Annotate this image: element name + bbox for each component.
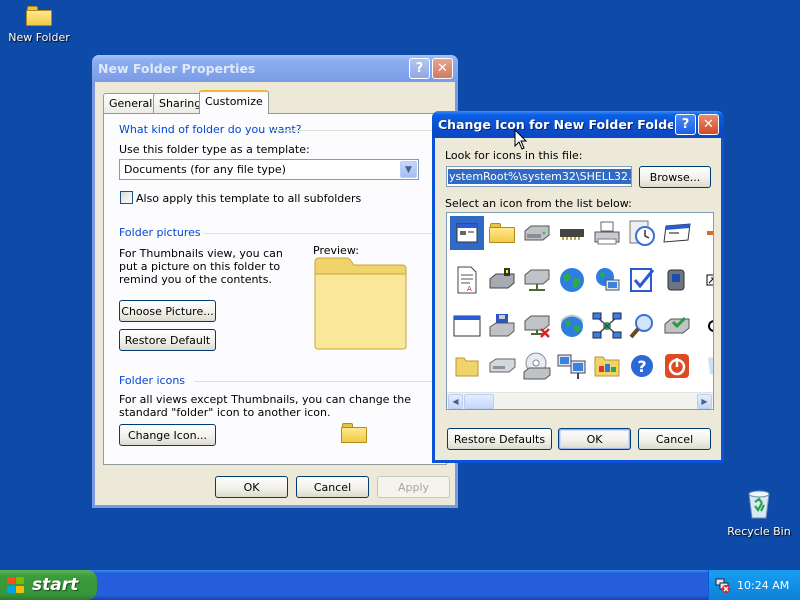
- start-button[interactable]: start: [0, 570, 97, 600]
- help-button[interactable]: ?: [675, 114, 696, 135]
- icon-file-path-input[interactable]: ystemRoot%\system32\SHELL32.dll: [446, 166, 632, 187]
- checklist-icon[interactable]: [625, 263, 659, 297]
- help-button[interactable]: ?: [409, 58, 430, 79]
- recycle-bin-icon: [748, 490, 770, 519]
- folder-closed-icon[interactable]: [450, 349, 484, 383]
- shutdown-icon[interactable]: [660, 349, 694, 383]
- current-folder-icon: [341, 423, 367, 446]
- folder-icon: [26, 6, 52, 26]
- change-icon-button[interactable]: Change Icon...: [119, 424, 216, 446]
- restore-default-button[interactable]: Restore Default: [119, 329, 216, 351]
- phone-icon[interactable]: [660, 263, 694, 297]
- network-computers-icon[interactable]: [555, 349, 589, 383]
- folder-pictures-group-title: Folder pictures: [119, 226, 201, 239]
- network-icon[interactable]: [590, 309, 624, 343]
- shared-drive-icon[interactable]: [520, 263, 554, 297]
- window-icon[interactable]: [449, 215, 485, 251]
- connector-icon[interactable]: [695, 216, 713, 250]
- desktop-icon-recycle-bin[interactable]: Recycle Bin: [720, 488, 798, 538]
- svg-text:?: ?: [637, 357, 646, 376]
- change-icon-titlebar[interactable]: Change Icon for New Folder Folder ? ✕: [432, 111, 724, 138]
- folder-icons-description: For all views except Thumbnails, you can…: [119, 393, 411, 419]
- help-icon[interactable]: ?: [625, 349, 659, 383]
- change-icon-dialog: Change Icon for New Folder Folder ? ✕ Lo…: [432, 111, 724, 463]
- apply-subfolders-checkbox[interactable]: [120, 191, 133, 204]
- tab-general[interactable]: General: [103, 93, 159, 113]
- windows-logo-icon: [6, 576, 26, 594]
- floppy-drive-icon[interactable]: [485, 309, 519, 343]
- choose-picture-button[interactable]: Choose Picture...: [119, 300, 216, 322]
- web-globe-icon[interactable]: [555, 309, 589, 343]
- system-tray: 10:24 AM: [708, 570, 800, 600]
- folder-icons-group-title: Folder icons: [119, 374, 186, 387]
- network-globe-icon[interactable]: [590, 263, 624, 297]
- folder-icon[interactable]: [485, 216, 519, 250]
- program-window-icon[interactable]: [660, 216, 694, 250]
- browse-button[interactable]: Browse...: [639, 166, 711, 188]
- group-separator: [194, 381, 440, 382]
- clock[interactable]: 10:24 AM: [737, 579, 789, 592]
- desktop-icon-label: New Folder: [8, 31, 70, 44]
- start-label: start: [32, 575, 79, 595]
- folder-preview-icon: [314, 257, 407, 350]
- properties-titlebar[interactable]: New Folder Properties ? ✕: [92, 55, 458, 82]
- icon-list-scrollbar[interactable]: ◀ ▶: [447, 392, 713, 409]
- pictures-description: For Thumbnails view, you can put a pictu…: [119, 247, 283, 286]
- disconnected-drive-icon[interactable]: [520, 309, 554, 343]
- desktop-icon-label: Recycle Bin: [727, 525, 791, 538]
- scroll-left-icon[interactable]: ◀: [448, 394, 463, 409]
- scroll-right-icon[interactable]: ▶: [697, 394, 712, 409]
- clock-partial-icon[interactable]: [695, 309, 713, 343]
- customize-tab-panel: What kind of folder do you want? Use thi…: [103, 113, 447, 465]
- restore-defaults-button[interactable]: Restore Defaults: [447, 428, 552, 450]
- ok-button[interactable]: OK: [558, 428, 631, 450]
- icon-list[interactable]: A ? ◀ ▶: [446, 212, 714, 410]
- taskbar: start 10:24 AM: [0, 570, 800, 600]
- network-drive-icon[interactable]: [485, 263, 519, 297]
- magnifier-icon[interactable]: [625, 309, 659, 343]
- removable-drive-icon[interactable]: [485, 349, 519, 383]
- control-panel-icon[interactable]: [590, 349, 624, 383]
- globe-icon[interactable]: [555, 263, 589, 297]
- scroll-thumb[interactable]: [464, 394, 494, 409]
- mouse-cursor-icon: [514, 129, 528, 150]
- desktop-icon-new-folder[interactable]: New Folder: [0, 6, 78, 44]
- folder-properties-window: New Folder Properties ? ✕ General Sharin…: [92, 55, 458, 508]
- group-separator: [272, 130, 440, 131]
- document-icon[interactable]: A: [450, 263, 484, 297]
- clock-icon[interactable]: [625, 216, 659, 250]
- dialog-title: Change Icon for New Folder Folder: [438, 117, 673, 132]
- window-title: New Folder Properties: [98, 61, 256, 76]
- cd-drive-icon[interactable]: [520, 349, 554, 383]
- svg-text:A: A: [467, 285, 472, 293]
- apply-subfolders-label: Also apply this template to all subfolde…: [136, 192, 362, 205]
- close-button[interactable]: ✕: [698, 114, 719, 135]
- ok-button[interactable]: OK: [215, 476, 288, 498]
- network-drive-ok-icon[interactable]: [660, 309, 694, 343]
- memory-chip-icon[interactable]: [555, 216, 589, 250]
- printer-icon[interactable]: [590, 216, 624, 250]
- close-button[interactable]: ✕: [432, 58, 453, 79]
- network-disconnected-icon[interactable]: [715, 577, 731, 593]
- icon-file-path-value: ystemRoot%\system32\SHELL32.dll: [448, 169, 631, 184]
- blank-window-icon[interactable]: [450, 309, 484, 343]
- apply-button[interactable]: Apply: [377, 476, 450, 498]
- chevron-down-icon[interactable]: ▼: [400, 161, 417, 178]
- hard-drive-icon[interactable]: [520, 216, 554, 250]
- folder-template-value: Documents (for any file type): [124, 163, 286, 176]
- template-label: Use this folder type as a template:: [119, 143, 310, 156]
- cancel-button[interactable]: Cancel: [638, 428, 711, 450]
- cancel-button[interactable]: Cancel: [296, 476, 369, 498]
- tab-customize[interactable]: Customize: [199, 90, 269, 114]
- select-icon-label: Select an icon from the list below:: [445, 197, 632, 210]
- shortcut-icon[interactable]: [695, 263, 713, 297]
- partial-icon[interactable]: [695, 349, 713, 383]
- group-separator: [204, 233, 440, 234]
- folder-template-select[interactable]: Documents (for any file type) ▼: [119, 159, 419, 180]
